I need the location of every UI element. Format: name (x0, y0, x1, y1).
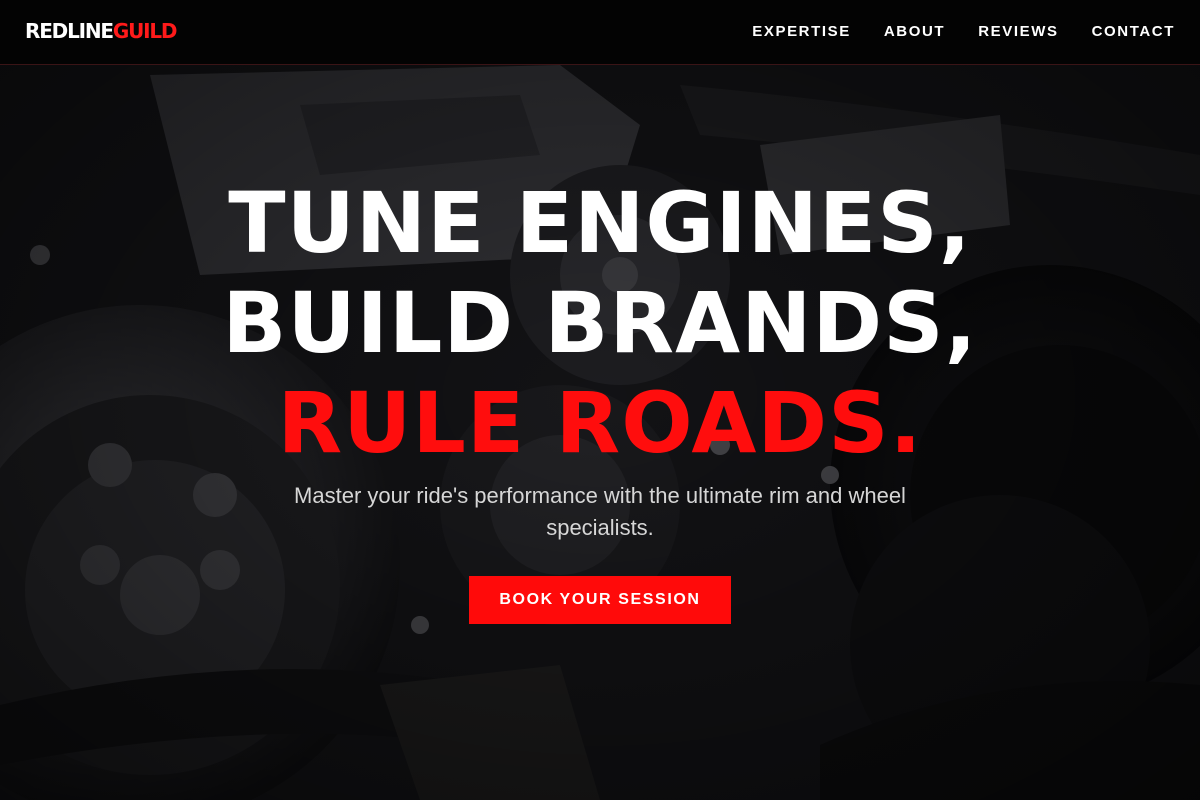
brand-name-red: GUILD (112, 19, 178, 43)
nav-link-expertise[interactable]: EXPERTISE (752, 22, 851, 42)
nav-link-contact[interactable]: CONTACT (1092, 22, 1175, 42)
brand-logo[interactable]: REDLINEGUILD (25, 19, 178, 43)
hero-headline-line-3: RULE ROADS. (277, 374, 923, 472)
hero-headline-line-2: BUILD BRANDS, (222, 274, 978, 372)
main-nav: EXPERTISE ABOUT REVIEWS CONTACT (752, 22, 1175, 42)
site-header: REDLINEGUILD EXPERTISE ABOUT REVIEWS CON… (0, 0, 1200, 65)
nav-link-about[interactable]: ABOUT (884, 22, 945, 42)
hero-headline-line-1: TUNE ENGINES, (228, 174, 972, 272)
nav-link-reviews[interactable]: REVIEWS (978, 22, 1058, 42)
hero-subtitle: Master your ride's performance with the … (294, 483, 906, 540)
brand-name-white: REDLINE (25, 19, 114, 43)
book-session-button[interactable]: BOOK YOUR SESSION (469, 576, 731, 624)
page: REDLINEGUILD EXPERTISE ABOUT REVIEWS CON… (0, 0, 1200, 800)
